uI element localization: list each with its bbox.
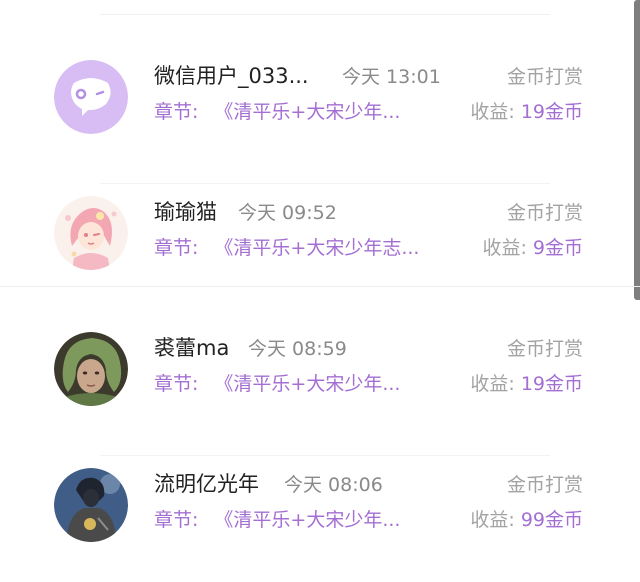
income-info: 收益: 19金币: [470, 369, 583, 396]
income-info: 收益: 19金币: [470, 97, 583, 124]
chapter-label: 章节:: [154, 237, 199, 259]
user-name: 流明亿光年: [154, 472, 259, 496]
chapter-info[interactable]: 章节: 《清平乐+大宋少年...: [154, 97, 400, 124]
income-label: 收益:: [482, 237, 527, 259]
chapter-info[interactable]: 章节: 《清平乐+大宋少年志...: [154, 233, 419, 260]
timestamp: 今天 08:59: [248, 338, 347, 360]
section-divider: [0, 286, 640, 287]
reward-type: 金币打赏: [506, 338, 583, 360]
income-label: 收益:: [470, 509, 515, 531]
income-info: 收益: 99金币: [470, 505, 583, 532]
chapter-label: 章节:: [154, 509, 199, 531]
avatar[interactable]: [54, 196, 128, 270]
timestamp: 今天 13:01: [342, 66, 441, 88]
reward-type: 金币打赏: [506, 474, 583, 496]
chapter-info[interactable]: 章节: 《清平乐+大宋少年...: [154, 505, 400, 532]
user-name: 裘蕾ma: [154, 336, 230, 360]
chapter-label: 章节:: [154, 373, 199, 395]
chapter-title: 《清平乐+大宋少年志...: [214, 237, 420, 259]
list-item[interactable]: 流明亿光年 今天 08:06 金币打赏 章节: 《清平乐+大宋少年... 收益: 9…: [0, 456, 640, 582]
income-value: 19金币: [520, 101, 583, 123]
timestamp: 今天 08:06: [284, 474, 383, 496]
user-name: 瑜瑜猫: [154, 200, 217, 224]
photo-avatar-icon: [54, 332, 128, 406]
income-label: 收益:: [470, 373, 515, 395]
reward-type: 金币打赏: [506, 66, 583, 88]
avatar[interactable]: [54, 332, 128, 406]
income-label: 收益:: [470, 101, 515, 123]
reward-type: 金币打赏: [506, 202, 583, 224]
income-value: 19金币: [520, 373, 583, 395]
chapter-info[interactable]: 章节: 《清平乐+大宋少年...: [154, 369, 400, 396]
reward-list-screen: 微信用户_033... 今天 13:01 金币打赏 章节: 《清平乐+大宋少年..…: [0, 0, 640, 582]
chapter-label: 章节:: [154, 101, 199, 123]
user-name: 微信用户_033...: [154, 64, 309, 88]
list-item[interactable]: 瑜瑜猫 今天 09:52 金币打赏 章节: 《清平乐+大宋少年志... 收益: 9金…: [0, 184, 640, 320]
chapter-title: 《清平乐+大宋少年...: [214, 509, 401, 531]
avatar[interactable]: [54, 468, 128, 542]
chat-bubble-icon: [54, 60, 128, 134]
income-value: 9金币: [532, 237, 583, 259]
chapter-title: 《清平乐+大宋少年...: [214, 101, 401, 123]
photo-avatar-icon: [54, 468, 128, 542]
income-value: 99金币: [520, 509, 583, 531]
list-item[interactable]: 微信用户_033... 今天 13:01 金币打赏 章节: 《清平乐+大宋少年..…: [0, 48, 640, 184]
income-info: 收益: 9金币: [483, 233, 584, 260]
avatar[interactable]: [54, 60, 128, 134]
chapter-title: 《清平乐+大宋少年...: [214, 373, 401, 395]
timestamp: 今天 09:52: [238, 202, 337, 224]
top-divider: [100, 14, 550, 15]
list-item[interactable]: 裘蕾ma 今天 08:59 金币打赏 章节: 《清平乐+大宋少年... 收益: 19…: [0, 320, 640, 456]
anime-girl-avatar-icon: [54, 196, 128, 270]
